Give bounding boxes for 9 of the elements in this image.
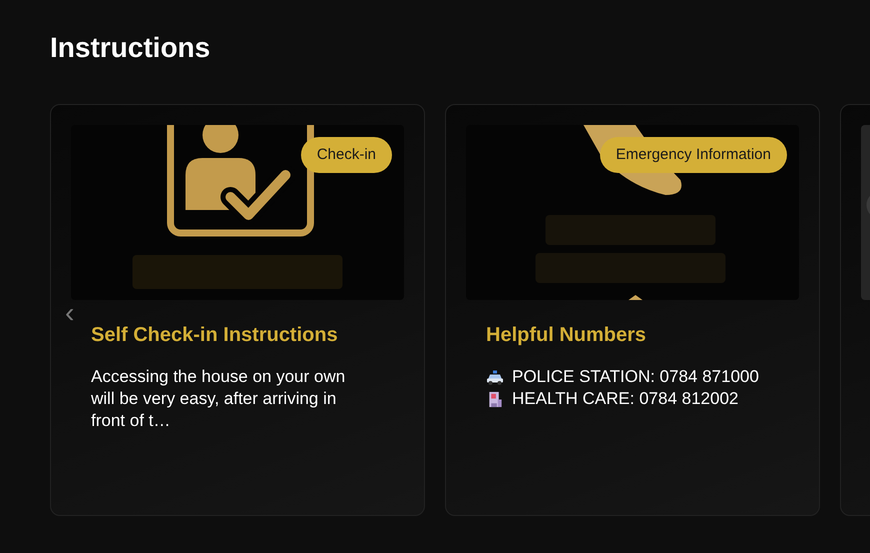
card-title: Self Check-in Instructions <box>91 323 339 348</box>
category-badge: Emergency Information <box>600 137 787 173</box>
page-title: Instructions <box>50 31 212 65</box>
contact-number: POLICE STATION: 0784 871000 <box>512 366 759 388</box>
police-car-icon <box>486 368 504 386</box>
card-title: Helpful Numbers <box>486 323 648 348</box>
card-description: Accessing the house on your own will be very easy, after arriving in front of t… <box>91 366 346 432</box>
category-badge: Check-in <box>300 137 392 173</box>
contact-number: HEALTH CARE: 0784 812002 <box>512 388 738 410</box>
